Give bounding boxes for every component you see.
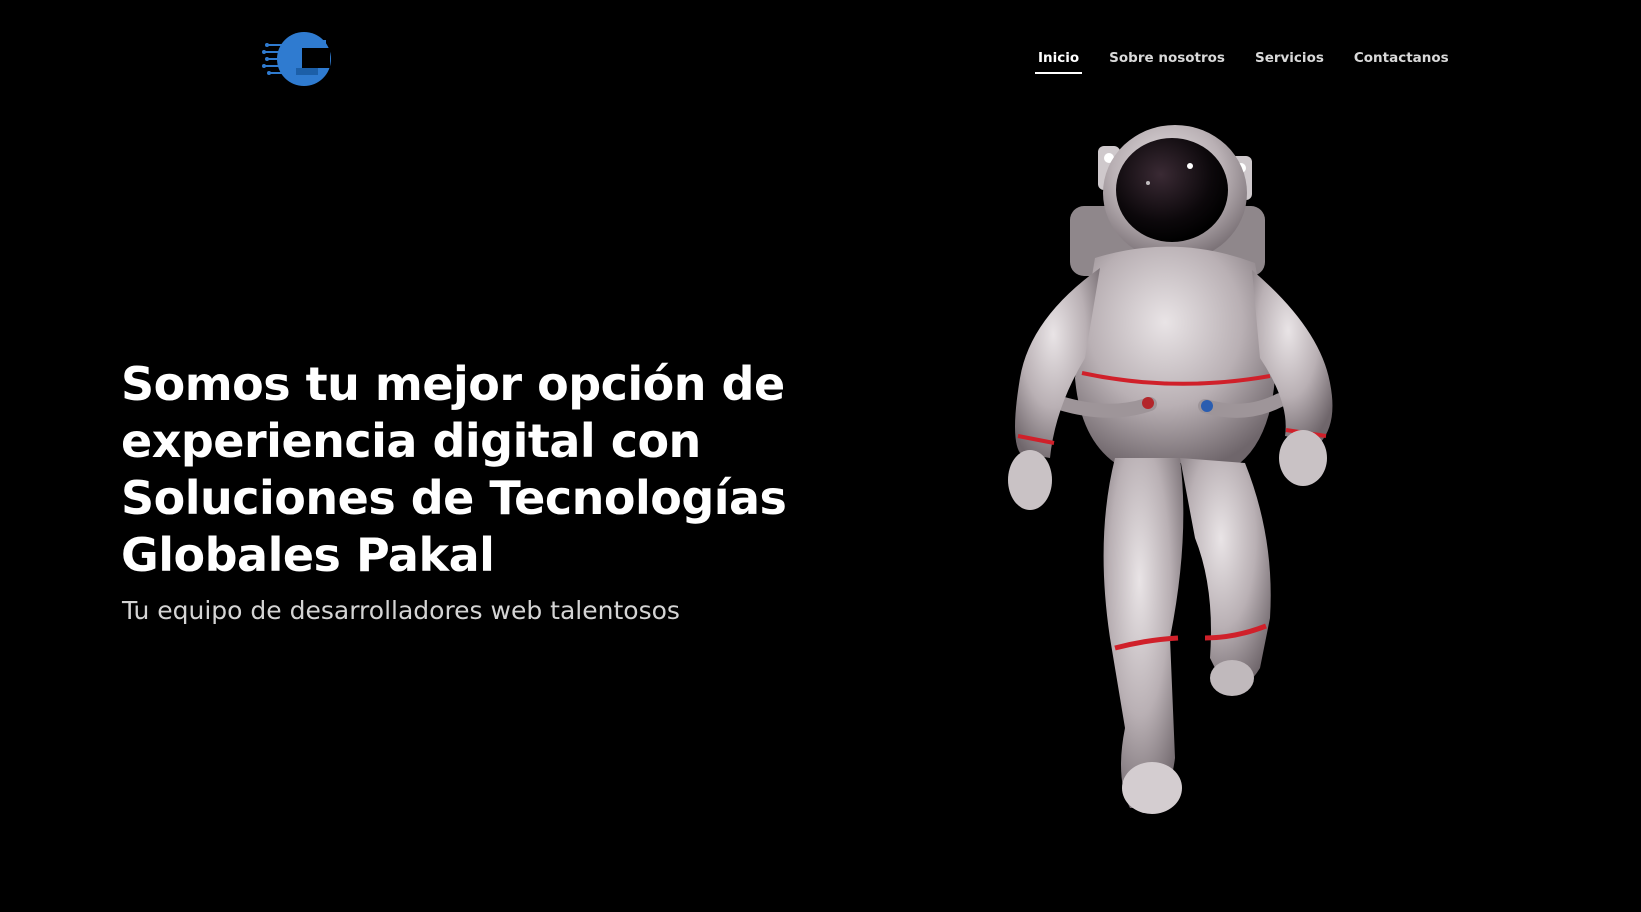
hero-subtitle: Tu equipo de desarrolladores web talento… [122, 596, 680, 625]
hero-title: Somos tu mejor opción de experiencia dig… [121, 357, 787, 582]
nav-link-sobre-nosotros[interactable]: Sobre nosotros [1106, 48, 1228, 74]
nav-link-contactanos[interactable]: Contactanos [1351, 48, 1452, 74]
logo-icon[interactable] [262, 30, 332, 88]
astronaut-image [990, 118, 1410, 858]
main-nav: Inicio Sobre nosotros Servicios Contacta… [1035, 48, 1452, 74]
nav-link-servicios[interactable]: Servicios [1252, 48, 1327, 74]
nav-link-inicio[interactable]: Inicio [1035, 48, 1083, 74]
landing-page: Inicio Sobre nosotros Servicios Contacta… [0, 0, 1641, 912]
